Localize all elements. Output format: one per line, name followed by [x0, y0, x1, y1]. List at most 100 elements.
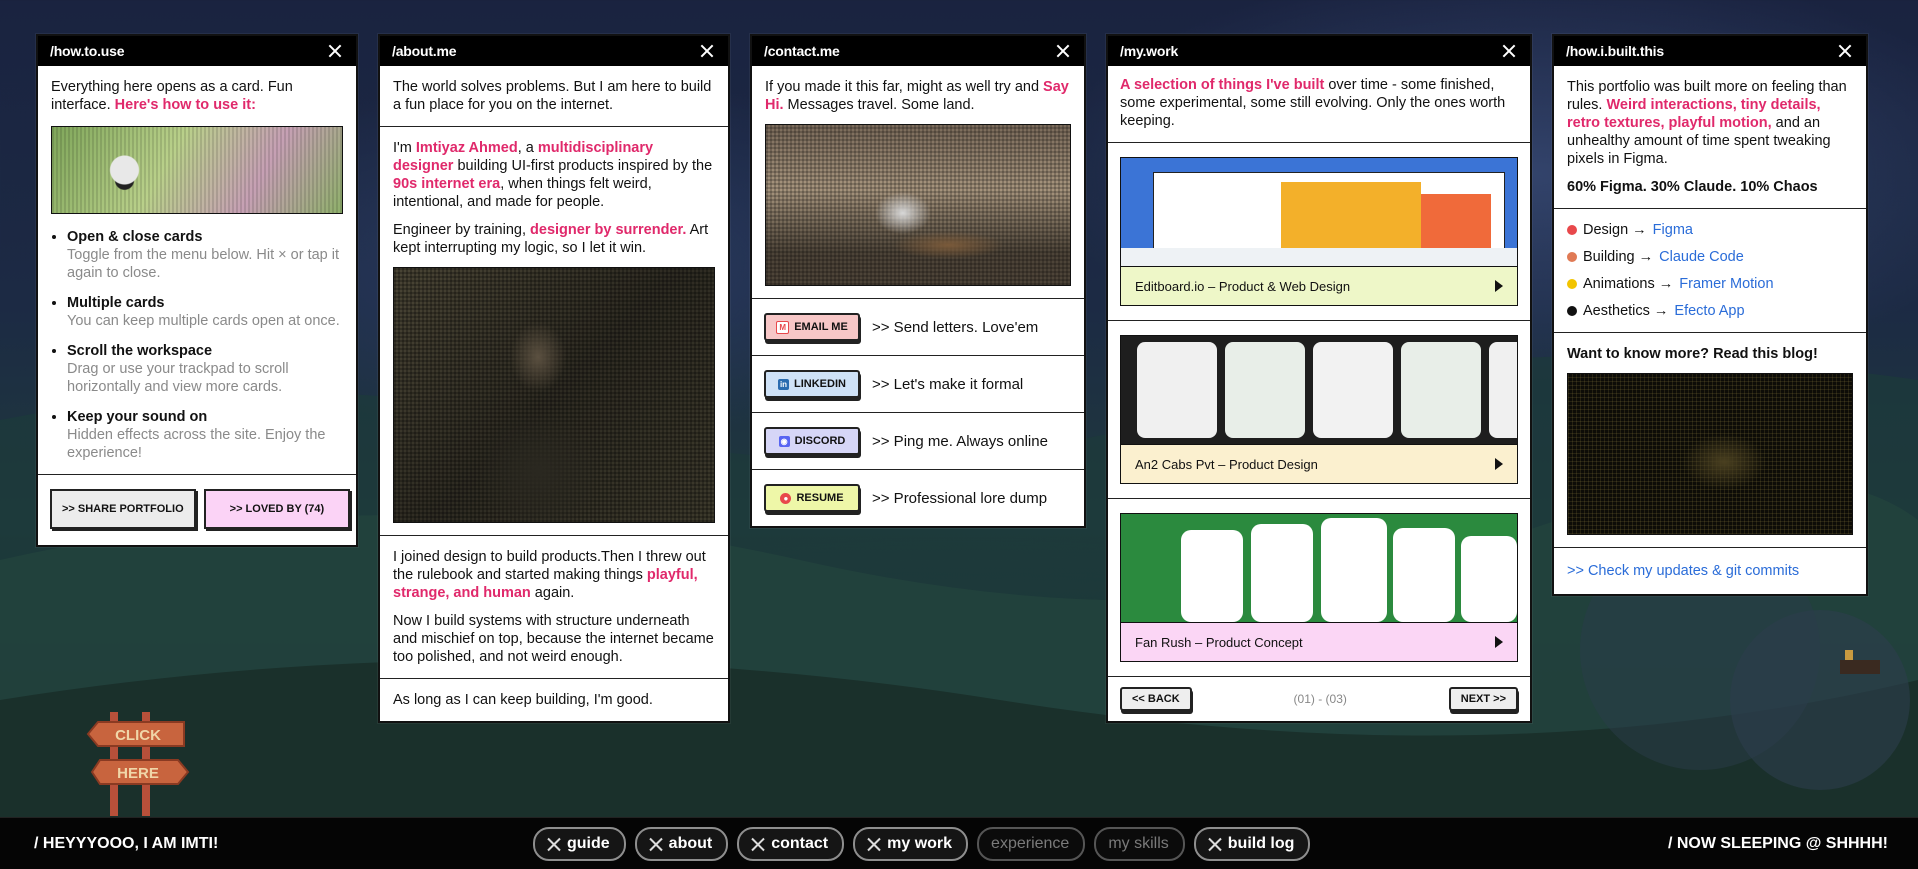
guide-item: Keep your sound onHidden effects across …: [67, 408, 343, 462]
work-intro: A selection of things I've built over ti…: [1108, 66, 1530, 143]
guide-item: Scroll the workspaceDrag or use your tra…: [67, 342, 343, 396]
tool-link[interactable]: Figma: [1653, 221, 1693, 239]
tool-item: Building → Claude Code: [1567, 248, 1853, 266]
work-caption: An2 Cabs Pvt – Product Design: [1121, 445, 1517, 483]
close-icon[interactable]: [1500, 42, 1518, 60]
contact-illustration: [765, 124, 1071, 286]
click-here-sign[interactable]: CLICK HERE: [80, 708, 190, 818]
loved-by-button[interactable]: >> LOVED BY (74): [203, 489, 351, 529]
card-title: /how.to.use: [50, 43, 125, 59]
bottom-nav: guide about contact my work experience m…: [533, 826, 1311, 861]
build-blog: Want to know more? Read this blog!: [1554, 333, 1866, 548]
build-tools: Design → Figma Building → Claude Code An…: [1554, 209, 1866, 333]
page-indicator: (01) - (03): [1293, 692, 1347, 706]
guide-intro-link[interactable]: Here's how to use it:: [115, 97, 256, 113]
back-button[interactable]: << BACK: [1120, 687, 1192, 711]
play-icon[interactable]: [1495, 636, 1503, 648]
build-intro: This portfolio was built more on feeling…: [1554, 66, 1866, 209]
work-caption: Editboard.io – Product & Web Design: [1121, 267, 1517, 305]
close-icon[interactable]: [1836, 42, 1854, 60]
card-header: /how.i.built.this: [1554, 36, 1866, 66]
card-title: /contact.me: [764, 43, 840, 59]
work-thumbnail: [1121, 158, 1517, 267]
figma-icon: [1567, 225, 1577, 235]
resume-button[interactable]: ● RESUME: [764, 484, 860, 512]
contact-row-text: >> Professional lore dump: [872, 489, 1048, 507]
card-header: /my.work: [1108, 36, 1530, 66]
card-title: /about.me: [392, 43, 457, 59]
tool-item: Design → Figma: [1567, 221, 1853, 239]
sign-line-1: CLICK: [115, 727, 161, 744]
tool-item: Aesthetics → Efecto App: [1567, 302, 1853, 320]
close-icon: [649, 837, 663, 851]
nav-pill-build-log[interactable]: build log: [1193, 826, 1311, 861]
contact-row-linkedin: in LINKEDIN >> Let's make it formal: [752, 356, 1084, 413]
close-icon[interactable]: [326, 42, 344, 60]
discord-icon: ◉: [778, 435, 790, 447]
work-item[interactable]: Fan Rush – Product Concept: [1108, 499, 1530, 677]
about-intro: The world solves problems. But I am here…: [380, 66, 728, 127]
tool-item: Animations → Framer Motion: [1567, 275, 1853, 293]
footer-greeting: / HEYYYOOO, I AM IMTI!: [34, 834, 219, 852]
close-icon[interactable]: [698, 42, 716, 60]
nav-pill-guide[interactable]: guide: [533, 826, 626, 861]
contact-row-email: M EMAIL ME >> Send letters. Love'em: [752, 299, 1084, 356]
framer-icon: [1567, 279, 1577, 289]
card-header: /contact.me: [752, 36, 1084, 66]
bottom-bar: / HEYYYOOO, I AM IMTI! guide about conta…: [0, 817, 1918, 869]
email-button[interactable]: M EMAIL ME: [764, 313, 860, 341]
guide-actions: >> SHARE PORTFOLIO >> LOVED BY (74): [38, 475, 356, 545]
close-icon: [547, 837, 561, 851]
blog-heading: Want to know more? Read this blog!: [1567, 346, 1818, 362]
close-icon[interactable]: [1054, 42, 1072, 60]
guide-item: Multiple cardsYou can keep multiple card…: [67, 294, 343, 330]
play-icon[interactable]: [1495, 458, 1503, 470]
next-button[interactable]: NEXT >>: [1448, 687, 1518, 711]
discord-button[interactable]: ◉ DISCORD: [764, 427, 860, 455]
tool-link[interactable]: Claude Code: [1659, 248, 1744, 266]
work-thumbnail: [1121, 336, 1517, 445]
build-ratio: 60% Figma. 30% Claude. 10% Chaos: [1567, 179, 1818, 195]
sign-line-2: HERE: [117, 765, 159, 782]
card-title: /how.i.built.this: [1566, 43, 1664, 59]
play-icon[interactable]: [1495, 280, 1503, 292]
name-link: Imtiyaz Ahmed: [415, 140, 518, 156]
updates-link[interactable]: >> Check my updates & git commits: [1567, 563, 1799, 579]
nav-pill-about[interactable]: about: [634, 826, 729, 861]
blog-thumbnail[interactable]: [1567, 373, 1853, 535]
tool-link[interactable]: Efecto App: [1674, 302, 1744, 320]
nav-pill-experience[interactable]: experience: [977, 826, 1086, 861]
card-header: /how.to.use: [38, 36, 356, 66]
tool-link[interactable]: Framer Motion: [1679, 275, 1773, 293]
profile-photo: [393, 267, 715, 523]
guide-item: Open & close cardsToggle from the menu b…: [67, 228, 343, 282]
guide-card: /how.to.use Everything here opens as a c…: [36, 34, 358, 547]
contact-row-text: >> Send letters. Love'em: [872, 318, 1039, 336]
build-updates: >> Check my updates & git commits: [1554, 548, 1866, 594]
contact-card: /contact.me If you made it this far, mig…: [750, 34, 1086, 528]
work-item[interactable]: Editboard.io – Product & Web Design: [1108, 143, 1530, 321]
work-pager: << BACK (01) - (03) NEXT >>: [1108, 677, 1530, 721]
work-caption: Fan Rush – Product Concept: [1121, 623, 1517, 661]
build-card: /how.i.built.this This portfolio was bui…: [1552, 34, 1868, 596]
email-icon: M: [776, 320, 790, 334]
work-item[interactable]: An2 Cabs Pvt – Product Design: [1108, 321, 1530, 499]
card-title: /my.work: [1120, 43, 1179, 59]
nav-pill-my-work[interactable]: my work: [853, 826, 969, 861]
footer-status: / NOW SLEEPING @ SHHHH!: [1667, 834, 1888, 852]
share-portfolio-button[interactable]: >> SHARE PORTFOLIO: [50, 489, 196, 529]
guide-intro-section: Everything here opens as a card. Fun int…: [38, 66, 356, 475]
efecto-icon: [1567, 306, 1577, 316]
close-icon: [867, 837, 881, 851]
contact-row-resume: ● RESUME >> Professional lore dump: [752, 470, 1084, 526]
work-thumbnail: [1121, 514, 1517, 623]
about-bio: I'm Imtiyaz Ahmed, a multidisciplinary d…: [380, 127, 728, 536]
work-card: /my.work A selection of things I've buil…: [1106, 34, 1532, 723]
close-icon: [1208, 837, 1222, 851]
nav-pill-my-skills[interactable]: my skills: [1094, 826, 1185, 861]
nav-pill-contact[interactable]: contact: [737, 826, 845, 861]
close-icon: [751, 837, 765, 851]
contact-intro: If you made it this far, might as well t…: [752, 66, 1084, 299]
linkedin-button[interactable]: in LINKEDIN: [764, 370, 860, 398]
resume-icon: ●: [780, 492, 792, 504]
